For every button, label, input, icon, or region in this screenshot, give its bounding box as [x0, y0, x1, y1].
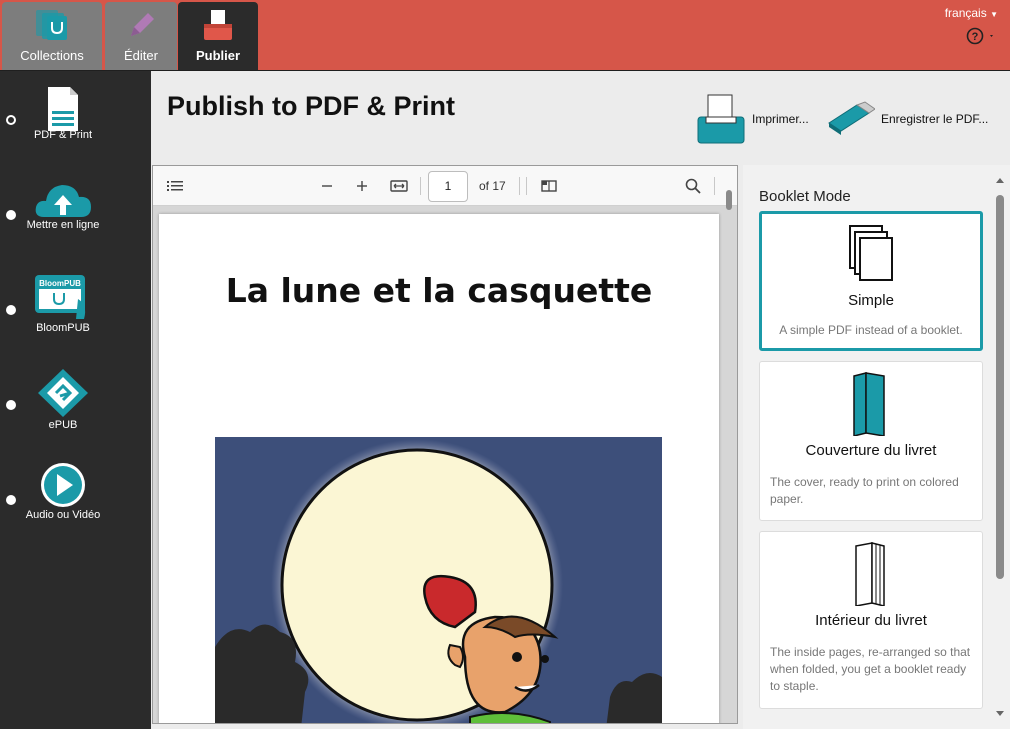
sidebar-item-label: Mettre en ligne	[26, 219, 100, 231]
zoom-in-icon[interactable]	[350, 174, 374, 198]
booklet-option-title: Intérieur du livret	[815, 612, 927, 629]
svg-text:?: ?	[972, 31, 979, 43]
stacked-pages-icon	[849, 225, 893, 281]
bloompub-icon: BloomPUB	[35, 275, 86, 319]
tab-publier[interactable]: Publier	[178, 2, 258, 70]
toolbar-divider	[526, 177, 527, 195]
printer-icon	[697, 94, 745, 144]
tab-editer-label: Éditer	[124, 48, 158, 63]
fit-width-icon[interactable]	[387, 174, 411, 198]
page-count-label: of 17	[479, 179, 506, 193]
save-pdf-button-label: Enregistrer le PDF...	[881, 112, 989, 126]
help-icon[interactable]: ?	[966, 27, 996, 45]
radio-icon	[6, 210, 16, 220]
moon-boy-illustration	[215, 439, 662, 723]
top-bar: Collections Éditer Publier français ▼ ?	[0, 0, 1010, 71]
sidebar-item-label: BloomPUB	[36, 322, 90, 334]
booklet-scrollbar[interactable]	[993, 173, 1007, 721]
save-pdf-button[interactable]: Enregistrer le PDF...	[825, 93, 1005, 147]
epub-icon	[38, 369, 88, 417]
booklet-mode-panel: Booklet Mode Simple A simple PDF instead…	[743, 165, 1010, 729]
booklet-option-description: The inside pages, re-arranged so that wh…	[770, 645, 971, 693]
pencil-icon	[131, 13, 154, 36]
bloompub-badge-text: BloomPUB	[39, 279, 81, 288]
page-number-input[interactable]: 1	[428, 171, 468, 202]
booklet-cover-icon	[853, 372, 885, 436]
caret-down-icon: ▼	[990, 10, 998, 19]
outline-toggle-icon[interactable]	[163, 174, 187, 198]
tab-collections-label: Collections	[20, 48, 84, 63]
booklet-option-inside[interactable]: Intérieur du livret The inside pages, re…	[759, 531, 983, 709]
pdf-page: La lune et la casquette	[159, 214, 719, 723]
print-button-label: Imprimer...	[752, 112, 809, 126]
sidebar-item-label: ePUB	[48, 419, 78, 431]
publish-sidebar: PDF & Print Mettre en ligne BloomPUB Blo…	[0, 71, 151, 729]
usb-drive-icon	[828, 101, 875, 135]
tab-editer[interactable]: Éditer	[105, 2, 177, 70]
toolbar-divider	[519, 177, 520, 195]
sidebar-item-label: Audio ou Vidéo	[25, 509, 101, 521]
page-mode-icon[interactable]	[537, 174, 561, 198]
search-icon[interactable]	[681, 174, 705, 198]
booklet-option-description: A simple PDF instead of a booklet.	[779, 323, 963, 337]
main-panel: Publish to PDF & Print Imprimer... Enreg…	[151, 71, 1010, 729]
toolbar-divider	[420, 177, 421, 195]
booklet-option-cover[interactable]: Couverture du livret The cover, ready to…	[759, 361, 983, 521]
zoom-out-icon[interactable]	[315, 174, 339, 198]
pdf-viewer: 1 of 17 La lune et la casquette	[152, 165, 738, 724]
booklet-option-simple[interactable]: Simple A simple PDF instead of a booklet…	[759, 211, 983, 351]
radio-icon	[6, 495, 16, 505]
pdf-document-icon	[48, 87, 78, 131]
selected-radio-icon	[6, 115, 16, 125]
sidebar-item-epub[interactable]: ePUB	[0, 367, 151, 457]
publish-icon	[204, 10, 232, 40]
toolbar-divider	[714, 177, 715, 195]
cover-illustration	[215, 437, 662, 723]
language-label: français	[944, 6, 987, 20]
tab-collections[interactable]: Collections	[2, 2, 102, 70]
radio-icon	[6, 305, 16, 315]
language-selector[interactable]: français ▼	[945, 6, 998, 20]
pdf-scrollbar[interactable]	[723, 186, 735, 721]
collections-icon	[36, 10, 67, 40]
booklet-option-title: Couverture du livret	[805, 442, 937, 459]
sidebar-item-pdf-print[interactable]: PDF & Print	[0, 83, 151, 173]
page-title: Publish to PDF & Print	[167, 91, 455, 121]
booklet-pages-icon	[855, 542, 885, 606]
print-button[interactable]: Imprimer...	[696, 93, 812, 147]
sidebar-item-label: PDF & Print	[33, 129, 93, 141]
radio-icon	[6, 400, 16, 410]
sidebar-item-upload[interactable]: Mettre en ligne	[0, 179, 151, 269]
booklet-option-description: The cover, ready to print on colored pap…	[770, 475, 959, 506]
booklet-mode-heading: Booklet Mode	[759, 188, 851, 205]
booklet-option-title: Simple	[848, 292, 894, 309]
play-icon	[41, 463, 85, 507]
book-title: La lune et la casquette	[225, 271, 653, 310]
pdf-toolbar: 1 of 17	[153, 166, 737, 206]
sidebar-item-audio-video[interactable]: Audio ou Vidéo	[0, 459, 151, 549]
tab-publier-label: Publier	[195, 48, 241, 63]
sidebar-item-bloompub[interactable]: BloomPUB BloomPUB	[0, 271, 151, 361]
